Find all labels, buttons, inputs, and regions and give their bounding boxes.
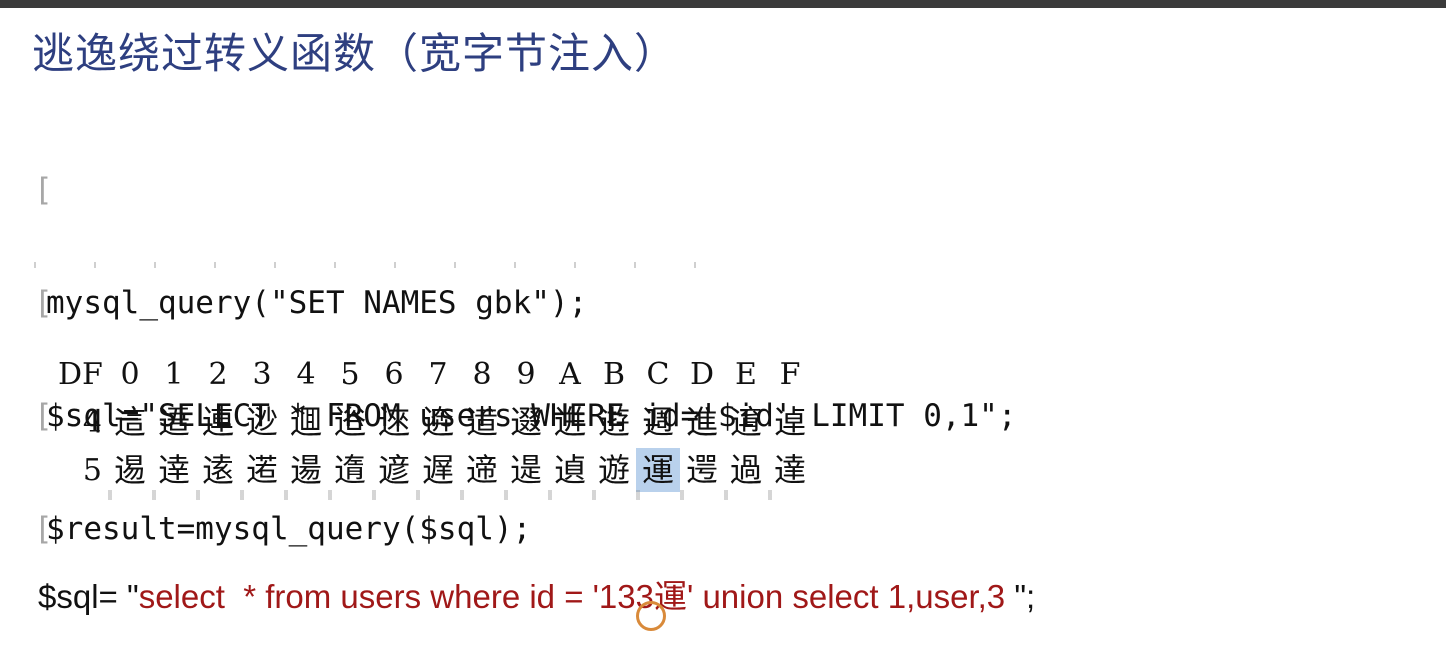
table-cell: 逤 (245, 403, 278, 441)
table-cell: 遅 (421, 451, 454, 489)
table-cell: 逬 (553, 403, 586, 441)
cropped-code-line (34, 262, 724, 268)
code-block: [ [mysql_query("SET NAMES gbk"); [$sql="… (34, 98, 1017, 586)
bracket-icon: [ (34, 285, 53, 321)
table-cell: 遉 (553, 451, 586, 489)
table-cell: 逽 (245, 451, 278, 489)
table-cell: 達 (773, 451, 806, 489)
highlighted-cell: 運 (636, 448, 680, 492)
table-cell: 逫 (509, 403, 542, 441)
table-cell: 逿 (289, 451, 322, 489)
hex-header: 8 (472, 356, 492, 392)
code-line: [ (34, 170, 1017, 211)
hex-header: F (779, 356, 801, 392)
hex-header: 1 (164, 356, 184, 392)
table-cell: 逳 (729, 403, 762, 441)
table-cell: 遀 (333, 451, 366, 489)
hex-header: 0 (120, 356, 140, 392)
table-cell: 遆 (465, 451, 498, 489)
table-cell: 逰 (597, 403, 630, 441)
table-cell: 逷 (113, 451, 146, 489)
table-cell: 遊 (597, 451, 630, 489)
sql-statement: $sql= "select * from users where id = '1… (38, 570, 1035, 618)
hex-header: 3 (252, 356, 272, 392)
table-cell: 逺 (201, 451, 234, 489)
table-cell: 這 (113, 403, 146, 441)
code-line: [$result=mysql_query($sql); (34, 509, 1017, 550)
gbk-code-table: DF 0 1 2 3 4 5 6 7 8 9 A B C D E F 4 這 逜… (58, 350, 812, 494)
table-cell: 逹 (157, 451, 190, 489)
code-text: $result=mysql_query($sql); (46, 511, 532, 547)
window-top-border (0, 0, 1446, 8)
table-cell: 遌 (685, 451, 718, 489)
table-cell: 遃 (377, 451, 410, 489)
hex-header: D (689, 356, 715, 392)
table-cell: 逧 (333, 403, 366, 441)
sql-query: select * from users where id = '133運' un… (138, 578, 1015, 615)
hex-header: 9 (516, 356, 536, 392)
table-cell: 逴 (773, 403, 806, 441)
table-cell: 遈 (509, 451, 542, 489)
table-cell: 逜 (157, 403, 190, 441)
table-cell: 進 (685, 403, 718, 441)
code-text: mysql_query("SET NAMES gbk"); (46, 285, 588, 321)
sql-suffix: "; (1014, 578, 1036, 615)
hex-header: B (602, 356, 626, 392)
table-cell: 過 (729, 451, 762, 489)
table-header-row: DF 0 1 2 3 4 5 6 7 8 9 A B C D E F (58, 350, 812, 398)
table-cell: 逪 (465, 403, 498, 441)
table-row: 5 逷 逹 逺 逽 逿 遀 遃 遅 遆 遈 遉 遊 運 遌 過 達 (58, 446, 812, 494)
cropped-table-row (108, 490, 798, 500)
row-label: 4 (82, 404, 102, 440)
row-label: 5 (82, 452, 102, 488)
table-cell: 週 (641, 403, 674, 441)
hex-header: C (646, 356, 670, 392)
hex-header: 5 (340, 356, 360, 392)
code-line: [mysql_query("SET NAMES gbk"); (34, 283, 1017, 324)
table-cell: 連 (201, 403, 234, 441)
hex-header: A (559, 356, 581, 392)
sql-prefix: $sql= " (38, 578, 139, 615)
bracket-icon: [ (34, 172, 53, 208)
hex-header: 6 (384, 356, 404, 392)
bracket-icon: [ (34, 511, 53, 547)
table-cell: 逨 (377, 403, 410, 441)
table-cell: 逥 (289, 403, 322, 441)
bracket-icon: [ (34, 398, 53, 434)
slide-title: 逃逸绕过转义函数（宽字节注入） (32, 29, 678, 78)
hex-header: 4 (296, 356, 316, 392)
hex-header: E (735, 356, 757, 392)
table-cell: 逩 (421, 403, 454, 441)
hex-header: 2 (208, 356, 228, 392)
hex-header: 7 (428, 356, 448, 392)
table-corner-label: DF (58, 356, 103, 392)
mouse-cursor-ring-icon (636, 601, 666, 631)
table-row: 4 這 逜 連 逤 逥 逧 逨 逩 逪 逫 逬 逰 週 進 逳 逴 (58, 398, 812, 446)
